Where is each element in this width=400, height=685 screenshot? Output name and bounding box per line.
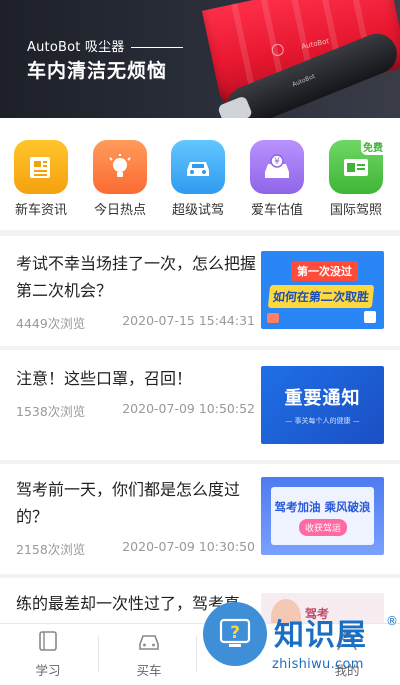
shortcut-label: 国际驾照 xyxy=(329,203,382,218)
thumb-text-1: 驾考加油 乘风破浪 xyxy=(274,500,371,514)
thumb-text-2: — 事关每个人的健康 — xyxy=(285,417,360,425)
shortcut-label: 新车资讯 xyxy=(14,203,67,218)
news-title: 驾考前一天，你们都是怎么度过的？ xyxy=(16,480,241,526)
thumb-text-1: 重要通知 xyxy=(284,388,361,409)
shortcut-label: 爱车估值 xyxy=(250,203,303,218)
shortcut-label: 今日热点 xyxy=(93,203,146,218)
news-views: 1538次浏览 xyxy=(16,404,86,419)
banner-brand: AutoBot 吸尘器 xyxy=(27,36,183,55)
shortcut-today-hot[interactable]: 今日热点 xyxy=(85,140,155,218)
shortcut-label: 超级试驾 xyxy=(171,203,224,218)
tab-divider xyxy=(98,636,99,672)
monitor-question-icon: ? xyxy=(219,618,251,647)
watermark-url: zhishiwu.com xyxy=(272,657,364,672)
watermark-text: 知识屋 xyxy=(274,618,367,653)
svg-text:¥: ¥ xyxy=(274,157,280,167)
license-icon xyxy=(344,159,368,176)
thumb-text-2: 收获驾运 xyxy=(299,519,348,536)
thumb-text-1: 第一次没过 xyxy=(291,261,358,281)
news-title: 注意！这些口罩，召回！ xyxy=(16,369,193,388)
car-icon xyxy=(187,162,209,176)
tab-label: 买车 xyxy=(136,663,162,678)
shortcut-row: 新车资讯 今日热点 超级试驾 ¥ 爱车估值 免费 国际驾照 xyxy=(0,118,400,230)
news-views: 4449次浏览 xyxy=(16,316,86,331)
news-thumbnail: 重要通知 — 事关每个人的健康 — xyxy=(261,366,384,444)
news-date: 2020-07-09 10:30:50 xyxy=(122,539,255,554)
book-icon xyxy=(39,631,57,651)
product-mark-2: AutoBot xyxy=(291,72,317,89)
tab-label: 学习 xyxy=(35,663,61,678)
banner-slogan: 车内清洁无烦恼 xyxy=(27,60,168,82)
shortcut-car-valuation[interactable]: ¥ 爱车估值 xyxy=(242,140,312,218)
news-thumbnail: 驾考加油 乘风破浪 收获驾运 xyxy=(261,477,384,555)
tab-study[interactable]: 学习 xyxy=(13,630,83,679)
free-badge: 免费 xyxy=(361,138,385,155)
lightbulb-icon xyxy=(109,154,131,177)
list-item[interactable]: 注意！这些口罩，召回！ 1538次浏览 2020-07-09 10:50:52 … xyxy=(0,350,400,460)
tab-buy-car[interactable]: 买车 xyxy=(114,630,184,679)
thumb-text-2: 如何在第二次取胜 xyxy=(267,285,375,308)
shortcut-super-test-drive[interactable]: 超级试驾 xyxy=(163,140,233,218)
watermark-registered: ® xyxy=(386,614,398,628)
news-thumbnail: 第一次没过 如何在第二次取胜 xyxy=(261,251,384,329)
newspaper-icon xyxy=(30,157,50,178)
shortcut-new-car-news[interactable]: 新车资讯 xyxy=(6,140,76,218)
news-views: 2158次浏览 xyxy=(16,542,86,557)
help-icon[interactable]: ? xyxy=(203,602,267,666)
list-item[interactable]: 考试不幸当场挂了一次，怎么把握第二次机会？ 4449次浏览 2020-07-15… xyxy=(0,236,400,346)
news-date: 2020-07-09 10:50:52 xyxy=(122,401,255,416)
list-item[interactable]: 驾考前一天，你们都是怎么度过的？ 2158次浏览 2020-07-09 10:3… xyxy=(0,464,400,574)
tab-divider xyxy=(196,636,197,672)
car-outline-icon xyxy=(139,635,159,650)
car-yen-icon: ¥ xyxy=(265,154,289,178)
promo-banner[interactable]: AutoBot AutoBot AutoBot 吸尘器 车内清洁无烦恼 xyxy=(0,0,400,118)
shortcut-intl-license[interactable]: 免费 国际驾照 xyxy=(321,138,391,218)
news-date: 2020-07-15 15:44:31 xyxy=(122,313,255,328)
news-title: 考试不幸当场挂了一次，怎么把握第二次机会？ xyxy=(16,254,257,300)
svg-text:?: ? xyxy=(230,623,240,643)
